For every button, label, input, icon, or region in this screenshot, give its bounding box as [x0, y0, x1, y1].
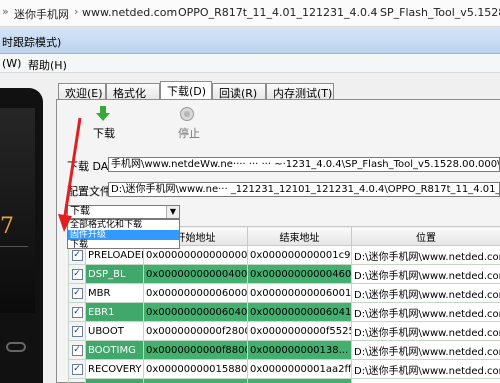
end-address: 0x00000000006041ff: [247, 302, 352, 322]
start-address: 0x0000000000600000: [143, 283, 248, 303]
path-separator-icon: ›: [170, 5, 175, 18]
file-location: D:\迷你手机网\www.netded.com\OP: [351, 340, 500, 360]
file-location: D:\迷你手机网\www.netded.com\OP: [351, 359, 500, 379]
checkbox-icon[interactable]: ✓: [71, 250, 83, 261]
mode-option-format-all[interactable]: 全部格式化和下载: [68, 220, 179, 230]
checkbox-icon[interactable]: ✓: [71, 345, 83, 356]
file-location: D:\迷你手机网\www.netded.com\OP: [351, 264, 500, 284]
menu-window[interactable]: (W): [2, 57, 21, 70]
path-segment-3[interactable]: OPPO_R817t_11_4.01_121231_4.0.4: [178, 6, 378, 19]
checkbox-icon[interactable]: ✓: [71, 288, 83, 299]
file-location: D:\迷你手机网\www.netded.com\OP: [351, 245, 500, 265]
table-row[interactable]: ✓ BOOTIMG 0x0000000000f88000 0x000000000138…: [68, 340, 500, 360]
download-agent-label: 下载 DA: [67, 160, 109, 173]
end-address: 0x000000000138...: [247, 340, 352, 360]
file-location: D:\迷你手机网\www.netded.com\OP: [351, 283, 500, 303]
partition-name: SEC_RO: [85, 378, 144, 383]
end-address: 0x000000000001c9a7: [247, 245, 352, 265]
phone-image: 7: [0, 88, 43, 383]
row-checkbox[interactable]: ✓: [68, 340, 86, 360]
chevron-down-icon[interactable]: ▼: [166, 206, 179, 218]
phone-home-button: [6, 342, 26, 352]
stop-icon[interactable]: [180, 107, 194, 121]
start-address: 0x0000000000f28000: [143, 321, 248, 341]
table-row[interactable]: ✓RECOVERY0x00000000015880000x0000000001a…: [68, 359, 500, 379]
partition-name: UBOOT: [85, 321, 144, 341]
stop-button[interactable]: 停止: [178, 125, 200, 141]
partition-name: BOOTIMG: [85, 340, 144, 360]
path-segment-2[interactable]: www.netded.com: [82, 6, 177, 19]
end-address: 0x0000000000046023: [247, 264, 352, 284]
table-row[interactable]: ✓MBR0x00000000006000000x00000000006001ff…: [68, 283, 500, 303]
path-segment-1[interactable]: 迷你手机网: [14, 6, 69, 22]
path-separator-icon: ›: [372, 5, 377, 18]
partition-name: RECOVERY: [85, 359, 144, 379]
path-separator-icon: »: [2, 5, 9, 18]
window-title-bar[interactable]: 时跟踪模式): [0, 27, 500, 54]
row-checkbox[interactable]: ✓: [68, 378, 86, 383]
partition-name: EBR1: [85, 302, 144, 322]
tab-memory-test[interactable]: 内存测试(T): [266, 83, 334, 100]
phone-divider: [0, 246, 28, 247]
tab-format[interactable]: 格式化(F): [106, 83, 160, 114]
menu-bar: (W) 帮助(H): [0, 54, 500, 73]
phone-clock-digit: 7: [0, 214, 14, 239]
partition-name: MBR: [85, 283, 144, 303]
mode-option-download[interactable]: 下载: [68, 240, 179, 250]
mode-dropdown-list: 全部格式化和下载 固件升级 下载: [67, 219, 180, 250]
table-row[interactable]: ✓SEC_RO0x0000000001b880000x0000000001faf…: [68, 378, 500, 383]
download-agent-field[interactable]: 手机网\www.netdeWw.ne···· ··· ··· ~·1231_4.…: [108, 157, 500, 172]
mode-option-firmware-upgrade[interactable]: 固件升级: [68, 230, 179, 240]
start-address: 0x0000000001b88000: [143, 378, 248, 383]
start-address: 0x0000000001588000: [143, 359, 248, 379]
end-address: 0x0000000001faf0b7: [247, 378, 352, 383]
file-location: D:\迷你手机网\www.netded.com\OP: [351, 321, 500, 341]
end-address: 0x00000000006001ff: [247, 283, 352, 303]
tab-readback[interactable]: 回读(R): [212, 83, 266, 100]
column-header-location[interactable]: 位置: [351, 226, 500, 246]
menu-help[interactable]: 帮助(H): [28, 57, 67, 73]
column-header-end[interactable]: 结束地址: [247, 226, 352, 246]
table-row[interactable]: ✓EBR10x00000000006040000x00000000006041f…: [68, 302, 500, 322]
start-address: 0x0000000000604000: [143, 302, 248, 322]
scatter-file-field[interactable]: D:\迷你手机网\www.ne··· _121231_12101_121231_…: [108, 182, 500, 197]
end-address: 0x0000000001aa2fff: [247, 359, 352, 379]
end-address: 0x0000000000f55257: [247, 321, 352, 341]
explorer-path-bar[interactable]: » 迷你手机网 › www.netded.com › OPPO_R817t_11…: [0, 0, 500, 27]
checkbox-icon[interactable]: ✓: [71, 269, 83, 280]
download-button[interactable]: 下载: [93, 125, 115, 141]
download-arrow-icon[interactable]: [96, 106, 110, 122]
checkbox-icon[interactable]: ✓: [71, 307, 83, 318]
mode-select-value: 下载: [70, 206, 90, 217]
row-checkbox[interactable]: ✓: [68, 302, 86, 322]
path-separator-icon: ›: [74, 5, 79, 18]
row-checkbox[interactable]: ✓: [68, 359, 86, 379]
start-address: 0x0000000000f88000: [143, 340, 248, 360]
row-checkbox[interactable]: ✓: [68, 264, 86, 284]
table-row[interactable]: ✓ UBOOT 0x0000000000f28000 0x0000000000f552…: [68, 321, 500, 341]
window-title: 时跟踪模式): [2, 36, 62, 49]
phone-screen: [0, 108, 35, 313]
path-segment-4[interactable]: SP_Flash_Tool_v5.1528.00.000: [380, 6, 500, 19]
tab-welcome[interactable]: 欢迎(E): [58, 83, 106, 100]
file-location: D:\迷你手机网\www.netded.com\OP: [351, 302, 500, 322]
mode-select[interactable]: 下载 ▼: [67, 205, 180, 219]
row-checkbox[interactable]: ✓: [68, 321, 86, 341]
start-address: 0x0000000000040000: [143, 264, 248, 284]
checkbox-icon[interactable]: ✓: [71, 326, 83, 337]
partition-name: DSP_BL: [85, 264, 144, 284]
checkbox-icon[interactable]: ✓: [71, 364, 83, 375]
file-location: D:\迷你手机网\www.netded.com\OP: [351, 378, 500, 383]
scatter-file-label: 配置文件: [67, 185, 111, 198]
tab-download[interactable]: 下载(D): [160, 81, 212, 100]
row-checkbox[interactable]: ✓: [68, 283, 86, 303]
table-row[interactable]: ✓DSP_BL0x00000000000400000x0000000000046…: [68, 264, 500, 284]
